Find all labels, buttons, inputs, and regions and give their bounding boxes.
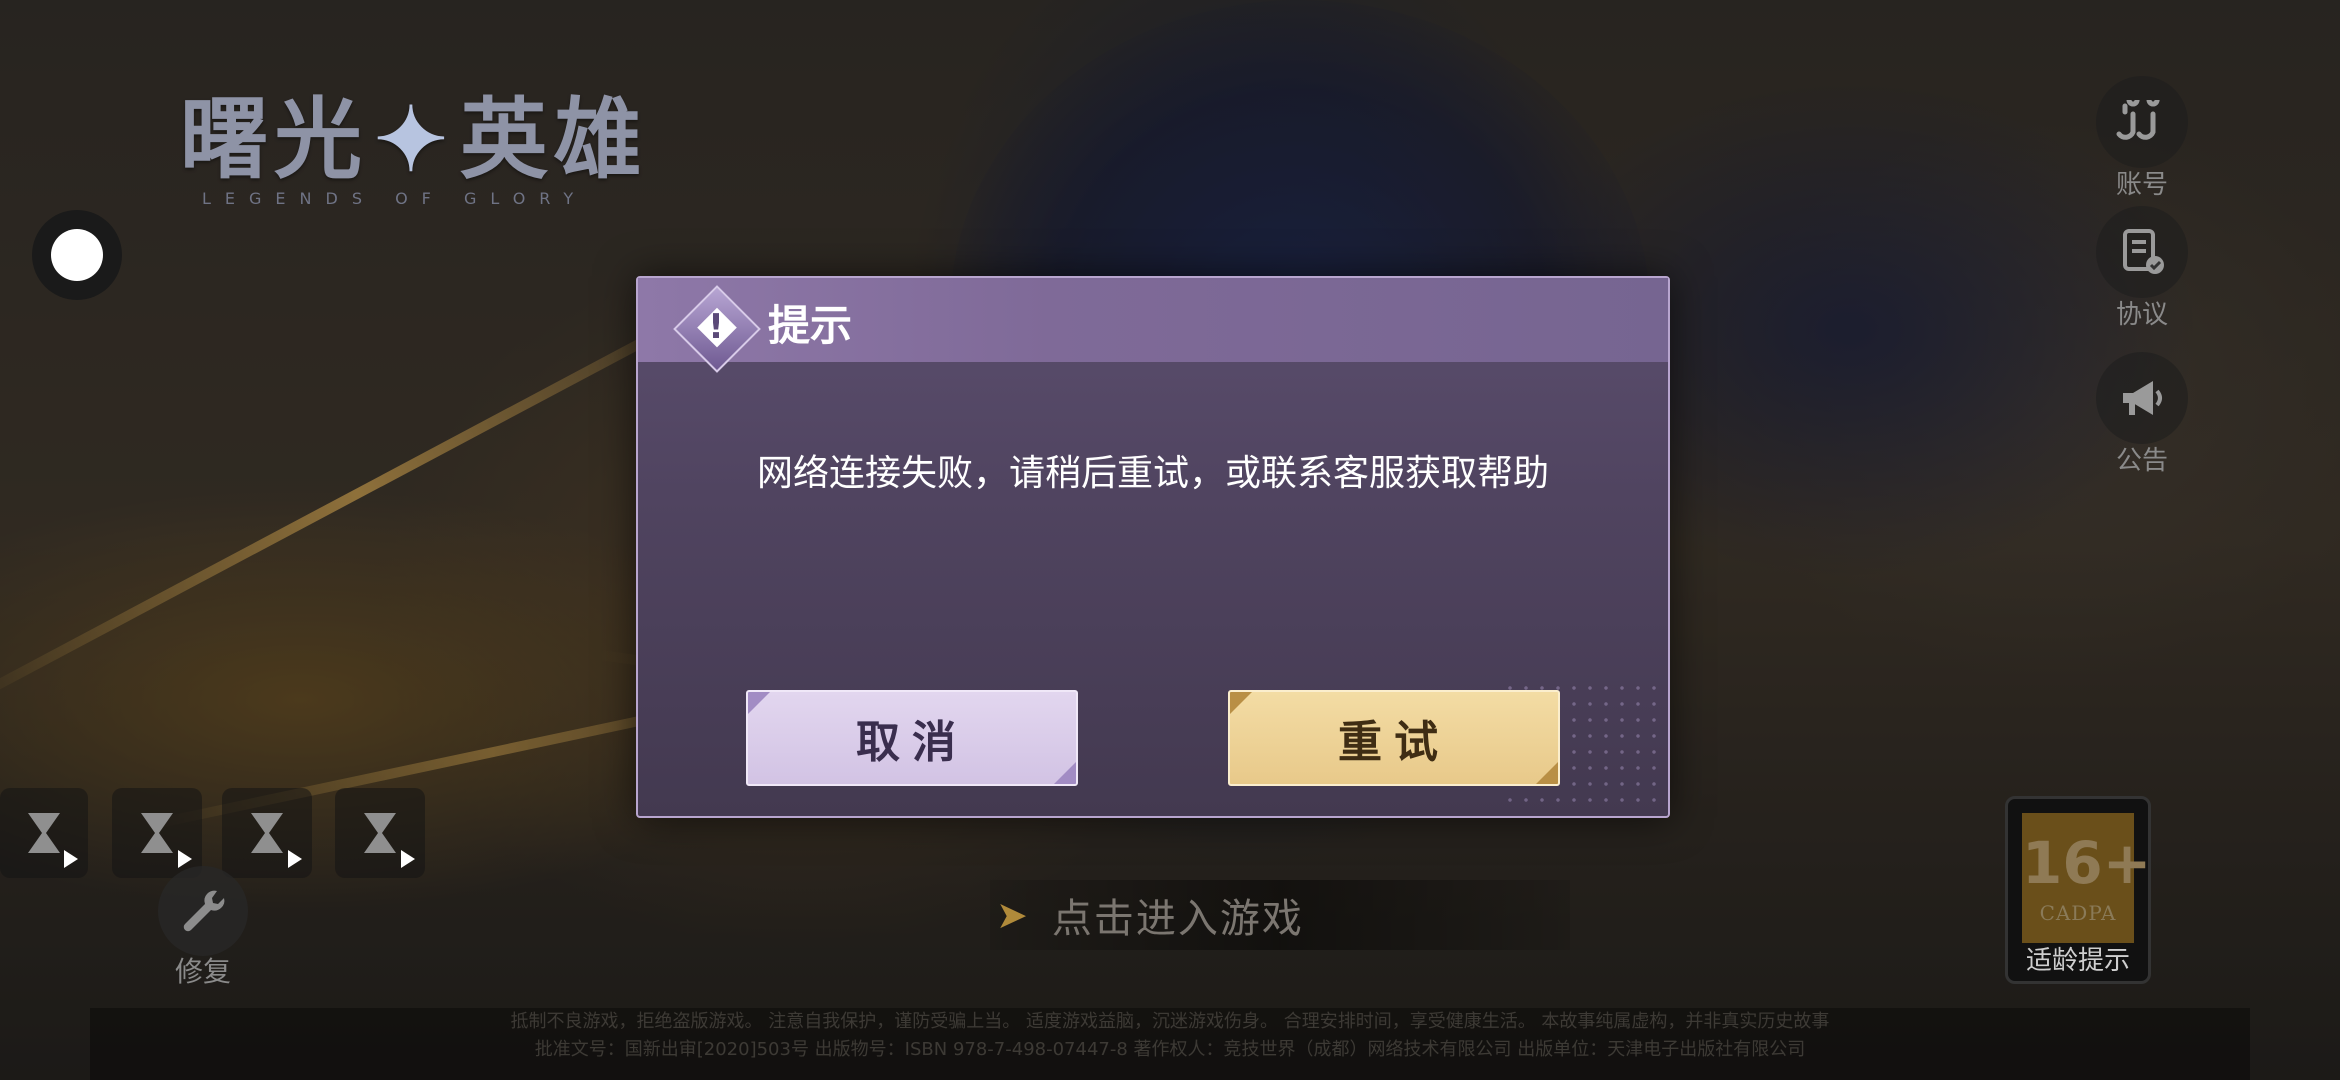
enter-game-label: 点击进入游戏 [1051,896,1304,942]
exclamation-icon: ! [708,307,724,347]
game-logo: 曙光✦英雄 LEGENDS OF GLORY [180,87,648,208]
loading-slot[interactable] [112,788,202,878]
cancel-label: 取消 [856,717,968,768]
age-rating-number: 16+ [2022,829,2152,897]
loading-slot[interactable] [222,788,312,878]
agreement-icon [2123,229,2164,274]
hourglass-icon [364,813,396,853]
account-icon [2116,100,2160,140]
retry-button[interactable]: 重试 [1228,690,1560,786]
dialog-message: 网络连接失败，请稍后重试，或联系客服获取帮助 [756,453,1549,494]
play-icon [64,850,78,868]
announcement-button[interactable]: 公告 [2096,352,2188,477]
agreement-label: 协议 [2115,300,2168,330]
dialog-title: 提示 [768,301,853,350]
logo-subtitle: LEGENDS OF GLORY [202,189,588,208]
hourglass-icon [251,813,283,853]
age-rating-label: 适龄提示 [2025,946,2130,976]
hourglass-icon [28,813,60,853]
footer-notice: 抵制不良游戏，拒绝盗版游戏。 注意自我保护，谨防受骗上当。 适度游戏益脑，沉迷游… [90,1008,2250,1080]
arrow-right-icon: ➤ [996,893,1028,937]
account-button[interactable]: 账号 [2096,76,2188,201]
play-icon [288,850,302,868]
announcement-icon [2123,381,2162,415]
repair-label: 修复 [174,955,231,988]
footer-line-2: 批准文号：国新出审[2020]503号 出版物号：ISBN 978-7-498-… [534,1039,1806,1060]
repair-button[interactable]: 修复 [158,866,248,990]
floating-assist-button[interactable] [32,210,122,300]
hourglass-icon [141,813,173,853]
cancel-button[interactable]: 取消 [746,690,1078,786]
play-icon [401,850,415,868]
enter-game-button[interactable]: ➤ 点击进入游戏 [990,880,1570,950]
agreement-button[interactable]: 协议 [2096,206,2188,331]
account-label: 账号 [2115,170,2168,200]
loading-slot[interactable] [0,788,88,878]
loading-slot[interactable] [335,788,425,878]
network-error-dialog: ! 提示 网络连接失败，请稍后重试，或联系客服获取帮助 取消 重试 [636,276,1670,818]
announcement-label: 公告 [2115,446,2168,476]
age-rating-badge[interactable]: 16+ CADPA 适龄提示 [2005,796,2151,984]
footer-line-1: 抵制不良游戏，拒绝盗版游戏。 注意自我保护，谨防受骗上当。 适度游戏益脑，沉迷游… [510,1011,1830,1032]
retry-label: 重试 [1338,717,1450,768]
age-rating-org: CADPA [2039,901,2117,925]
wrench-icon [183,890,225,932]
